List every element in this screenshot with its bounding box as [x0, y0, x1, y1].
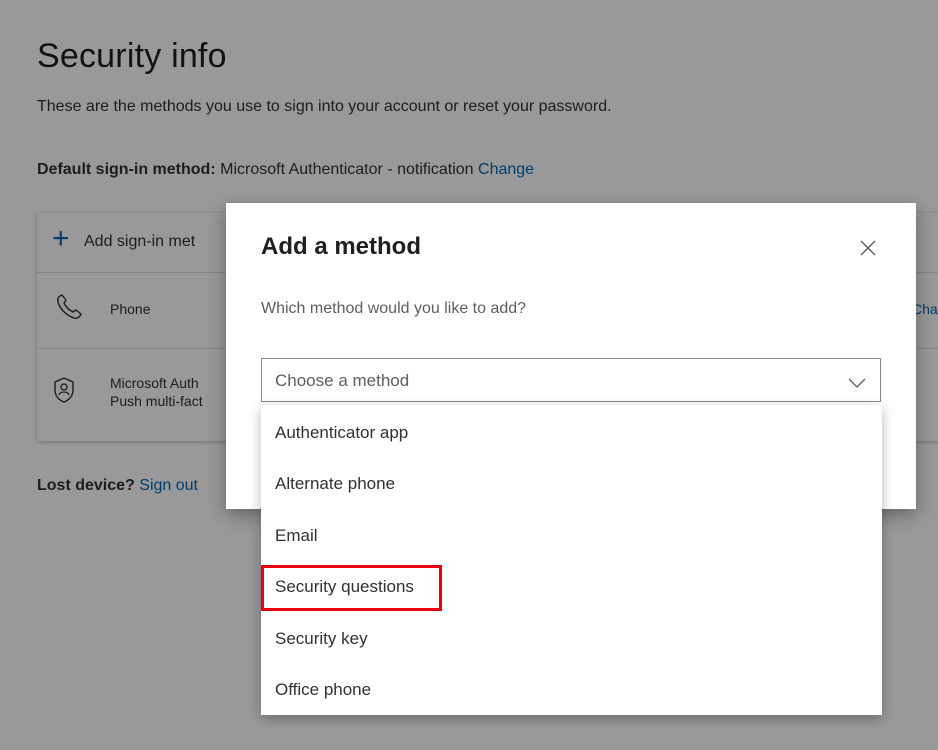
close-icon[interactable] [854, 234, 882, 262]
option-label: Alternate phone [275, 474, 396, 493]
option-label: Authenticator app [275, 423, 409, 442]
option-label: Security questions [275, 577, 414, 596]
option-security-questions[interactable]: Security questions [261, 561, 882, 612]
dialog-title: Add a method [261, 233, 421, 260]
method-dropdown-list: Authenticator app Alternate phone Email … [261, 405, 882, 715]
option-label: Office phone [275, 680, 372, 699]
dialog-question: Which method would you like to add? [261, 300, 527, 317]
option-office-phone[interactable]: Office phone [261, 664, 882, 715]
option-label: Security key [275, 629, 368, 648]
chevron-down-icon [848, 375, 866, 393]
option-alternate-phone[interactable]: Alternate phone [261, 458, 882, 509]
method-select-placeholder: Choose a method [275, 371, 410, 390]
option-authenticator-app[interactable]: Authenticator app [261, 407, 882, 458]
option-email[interactable]: Email [261, 510, 882, 561]
option-label: Email [275, 526, 318, 545]
method-select[interactable]: Choose a method [261, 358, 881, 402]
option-security-key[interactable]: Security key [261, 613, 882, 664]
